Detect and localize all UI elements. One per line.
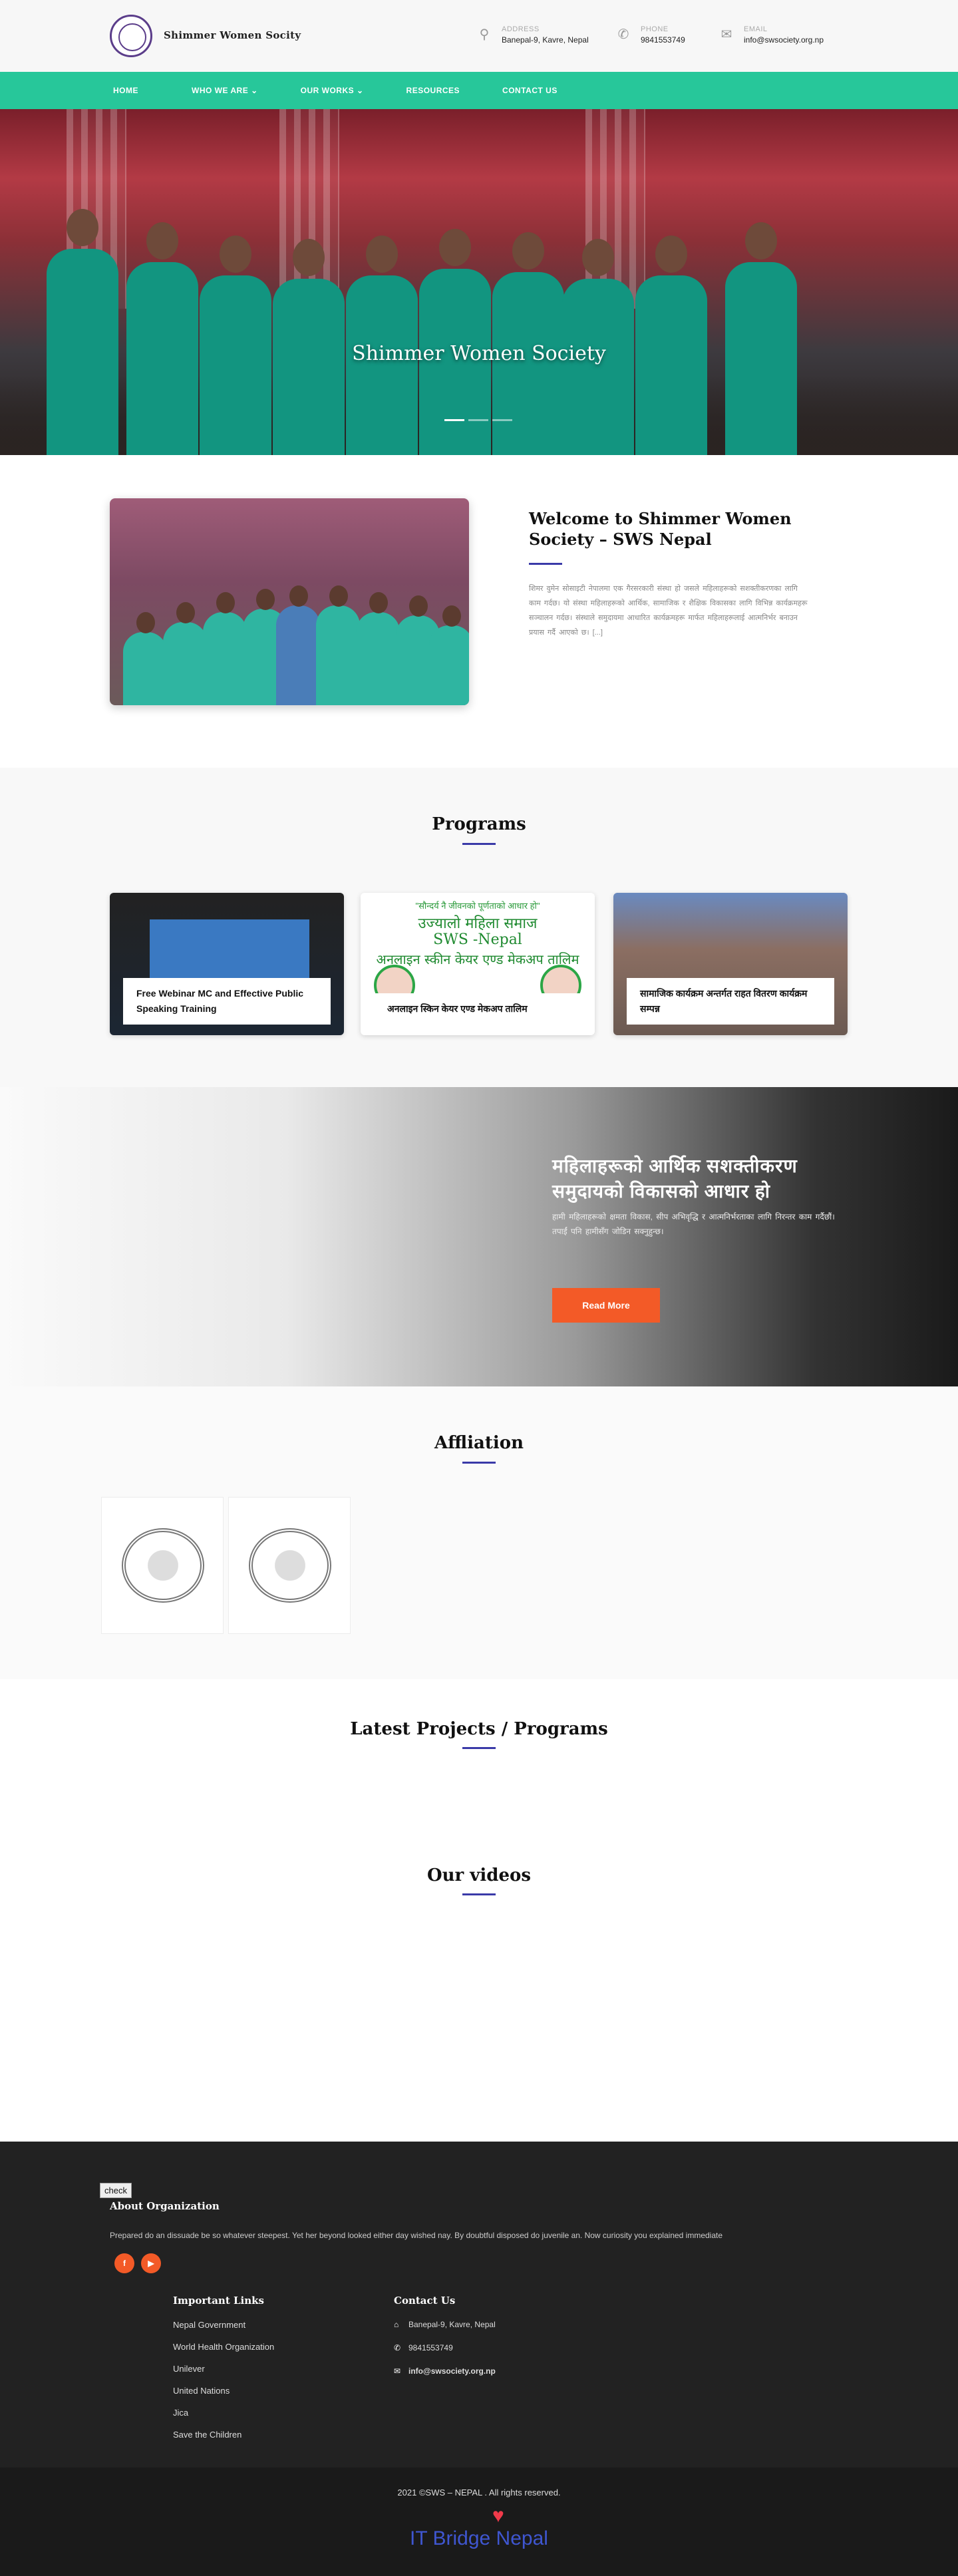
slider-dots xyxy=(444,419,512,421)
welcome-section: Welcome to Shimmer Women Society – SWS N… xyxy=(0,455,958,768)
location-pin-icon: ⚲ xyxy=(479,27,490,42)
hero-slider[interactable]: Shimmer Women Society xyxy=(0,109,958,455)
videos-section: Our videos xyxy=(0,1826,958,2142)
envelope-icon: ✉ xyxy=(720,27,732,42)
check-label[interactable]: check xyxy=(100,2183,132,2198)
footer-link[interactable]: Jica xyxy=(173,2408,274,2418)
contact-email[interactable]: ✉ info@swsociety.org.np xyxy=(394,2366,496,2376)
footer: check About Organization Prepared do an … xyxy=(0,2142,958,2468)
nav-who-we-are-label: WHO WE ARE xyxy=(192,86,249,95)
home-icon: ⌂ xyxy=(394,2320,399,2329)
program-caption[interactable]: अनलाइन स्किन केयर एण्ड मेकअप तालिम xyxy=(374,993,581,1025)
contact-email-text[interactable]: info@swsociety.org.np xyxy=(408,2366,496,2376)
welcome-title: Welcome to Shimmer Women Society – SWS N… xyxy=(529,509,792,549)
program-card[interactable]: Free Webinar MC and Effective Public Spe… xyxy=(110,893,344,1035)
who-emblem-icon xyxy=(249,1528,331,1603)
contact-address: ⌂ Banepal-9, Kavre, Nepal xyxy=(394,2320,496,2329)
affiliation-section: Affliation xyxy=(0,1386,958,1679)
latest-projects-title: Latest Projects / Programs xyxy=(350,1719,608,1739)
slider-dot[interactable] xyxy=(444,419,464,421)
footer-link[interactable]: Nepal Government xyxy=(173,2320,274,2330)
nav-our-works[interactable]: OUR WORKS ⌄ xyxy=(301,86,364,95)
address-label: ADDRESS xyxy=(502,25,540,33)
nav-who-we-are[interactable]: WHO WE ARE ⌄ xyxy=(192,86,258,95)
nepal-government-emblem-icon xyxy=(122,1528,204,1603)
phone-info: ✆ PHONE 9841553749 xyxy=(615,25,685,48)
address-value: Banepal-9, Kavre, Nepal xyxy=(502,35,589,45)
copyright-text: 2021 ©SWS – NEPAL . All rights reserved. xyxy=(397,2488,561,2497)
footer-link[interactable]: United Nations xyxy=(173,2386,274,2396)
developer-brand[interactable]: IT Bridge Nepal xyxy=(0,2527,958,2550)
nav-contact-us[interactable]: CONTACT US xyxy=(502,86,558,95)
links-title: Important Links xyxy=(173,2295,264,2307)
program-card[interactable]: "सौन्दर्य नै जीवनको पूर्णताको आधार हो" उ… xyxy=(361,893,595,1035)
email-value[interactable]: info@swsociety.org.np xyxy=(744,35,824,45)
title-underline xyxy=(462,1747,496,1749)
email-label: EMAIL xyxy=(744,25,768,33)
slider-dot[interactable] xyxy=(492,419,512,421)
chevron-down-icon: ⌄ xyxy=(251,86,258,95)
read-more-button[interactable]: Read More xyxy=(552,1288,660,1323)
banner-sws: SWS -Nepal xyxy=(433,931,522,948)
phone-label: PHONE xyxy=(641,25,669,33)
affiliation-logo[interactable] xyxy=(228,1497,351,1634)
slider-dot[interactable] xyxy=(468,419,488,421)
title-underline xyxy=(462,843,496,845)
hero-person xyxy=(47,209,118,455)
contact-phone: ✆ 9841553749 xyxy=(394,2343,496,2352)
cta-text: हामी महिलाहरूको क्षमता विकास, सीप अभिवृद… xyxy=(552,1212,835,1236)
phone-icon: ✆ xyxy=(394,2343,401,2352)
program-caption[interactable]: सामाजिक कार्यक्रम अन्तर्गत राहत वितरण का… xyxy=(627,978,834,1025)
envelope-icon: ✉ xyxy=(394,2366,401,2376)
organization-logo[interactable] xyxy=(110,15,152,57)
cta-section: महिलाहरूको आर्थिक सशक्तीकरण समुदायको विक… xyxy=(0,1087,958,1386)
youtube-icon[interactable]: ▶ xyxy=(141,2253,161,2273)
cta-heading: महिलाहरूको आर्थिक सशक्तीकरण समुदायको विक… xyxy=(552,1156,798,1202)
heart-icon: ♥ xyxy=(492,2505,504,2527)
about-text: Prepared do an dissuade be so whatever s… xyxy=(110,2231,723,2240)
program-caption[interactable]: Free Webinar MC and Effective Public Spe… xyxy=(123,978,331,1025)
about-title: About Organization xyxy=(110,2200,220,2212)
affiliation-title: Affliation xyxy=(434,1433,524,1453)
videos-title: Our videos xyxy=(427,1865,531,1885)
footer-link[interactable]: Save the Children xyxy=(173,2430,274,2440)
contact-address-text: Banepal-9, Kavre, Nepal xyxy=(408,2320,496,2329)
affiliation-logo[interactable] xyxy=(101,1497,224,1634)
main-nav: HOME WHO WE ARE ⌄ OUR WORKS ⌄ RESOURCES … xyxy=(0,72,958,109)
facebook-icon[interactable]: f xyxy=(114,2253,134,2273)
welcome-photo xyxy=(110,498,469,705)
program-card[interactable]: सामाजिक कार्यक्रम अन्तर्गत राहत वितरण का… xyxy=(613,893,848,1035)
title-underline xyxy=(462,1462,496,1464)
programs-title: Programs xyxy=(432,814,526,834)
address-info: ⚲ ADDRESS Banepal-9, Kavre, Nepal xyxy=(476,25,589,48)
nav-home[interactable]: HOME xyxy=(113,86,138,95)
chevron-down-icon: ⌄ xyxy=(356,86,364,95)
title-underline xyxy=(529,563,562,565)
top-bar: Shimmer Women Socity ⚲ ADDRESS Banepal-9… xyxy=(0,0,958,72)
contact-title: Contact Us xyxy=(394,2295,456,2307)
important-links: Nepal Government World Health Organizati… xyxy=(173,2320,274,2452)
email-info: ✉ EMAIL info@swsociety.org.np xyxy=(718,25,824,48)
welcome-text: शिमर वुमेन सोसाइटी नेपालमा एक गैरसरकारी … xyxy=(529,585,808,637)
latest-projects-section: Latest Projects / Programs xyxy=(0,1679,958,1826)
phone-value: 9841553749 xyxy=(641,35,685,45)
phone-icon: ✆ xyxy=(617,27,629,42)
contact-list: ⌂ Banepal-9, Kavre, Nepal ✆ 9841553749 ✉ in… xyxy=(394,2320,496,2390)
banner-quote: "सौन्दर्य नै जीवनको पूर्णताको आधार हो" xyxy=(415,901,540,911)
banner-org: उज्यालो महिला समाज xyxy=(418,915,538,932)
hero-title: Shimmer Women Society xyxy=(352,342,606,365)
nav-our-works-label: OUR WORKS xyxy=(300,86,355,95)
title-underline xyxy=(462,1893,496,1895)
footer-link[interactable]: Unilever xyxy=(173,2364,274,2374)
contact-phone-text: 9841553749 xyxy=(408,2343,453,2352)
footer-link[interactable]: World Health Organization xyxy=(173,2342,274,2352)
site-name[interactable]: Shimmer Women Socity xyxy=(164,29,301,41)
programs-section: Programs Free Webinar MC and Effective P… xyxy=(0,768,958,1087)
nav-resources[interactable]: RESOURCES xyxy=(406,86,460,95)
